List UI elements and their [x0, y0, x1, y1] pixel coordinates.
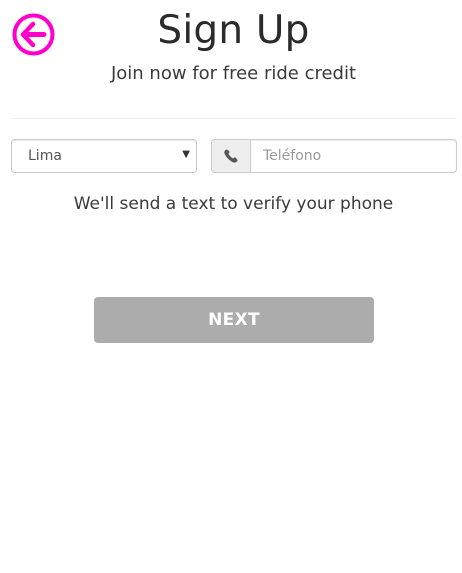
phone-addon: [211, 139, 250, 173]
phone-input-group: [211, 139, 457, 173]
page-subtitle: Join now for free ride credit: [110, 63, 357, 84]
dropdown-caret-icon: ▼: [182, 149, 190, 160]
divider: [11, 118, 457, 119]
page-title: Sign Up: [157, 8, 310, 53]
signup-page: Sign Up Join now for free ride credit Li…: [0, 0, 462, 573]
city-select-value: Lima: [28, 148, 62, 164]
phone-number-input[interactable]: [250, 139, 457, 173]
next-button[interactable]: NEXT: [94, 297, 374, 343]
phone-icon: [224, 149, 238, 163]
verify-hint: We'll send a text to verify your phone: [73, 194, 394, 214]
city-select[interactable]: Lima ▼: [11, 139, 197, 173]
